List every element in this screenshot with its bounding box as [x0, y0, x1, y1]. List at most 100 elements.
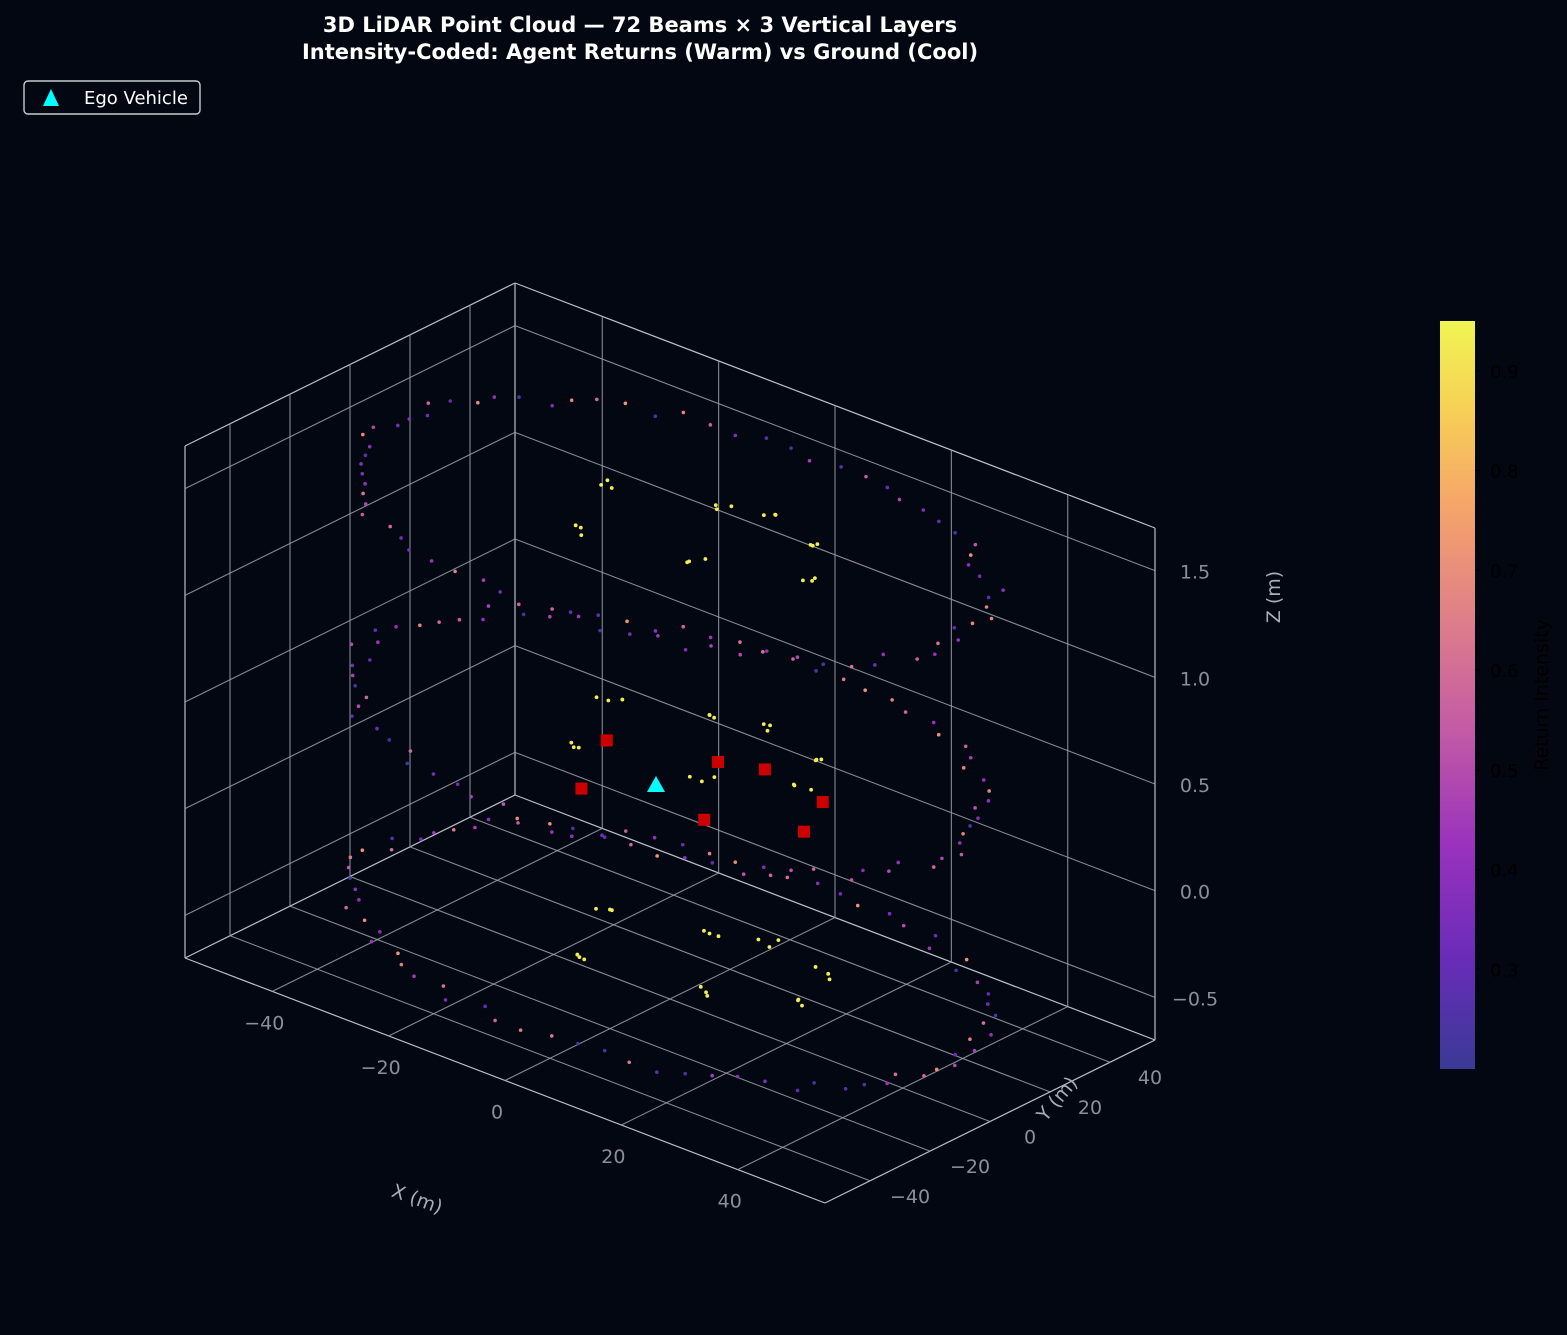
lidar-point	[363, 453, 368, 458]
lidar-point	[596, 613, 601, 617]
lidar-point	[915, 657, 919, 661]
z-tick-label: −0.5	[1172, 988, 1218, 1010]
y-tick-label: −40	[890, 1186, 930, 1208]
lidar-point	[360, 471, 365, 476]
lidar-point	[360, 848, 365, 852]
agent-return-point	[605, 478, 610, 483]
agent-return-point	[768, 723, 772, 728]
lidar-point	[681, 410, 686, 415]
lidar-point	[768, 873, 773, 878]
agent-marker	[575, 782, 588, 795]
colorbar-tick-label: 0.5	[1490, 761, 1519, 782]
agent-return-point	[813, 965, 818, 969]
lidar-point	[389, 847, 394, 852]
lidar-point	[954, 968, 958, 973]
lidar-point	[399, 962, 404, 967]
lidar-point	[576, 614, 581, 619]
lidar-point	[973, 542, 978, 547]
x-tick-label: 40	[718, 1191, 742, 1213]
lidar-point	[989, 616, 994, 621]
agent-marker	[798, 825, 810, 838]
lidar-point	[486, 817, 491, 822]
lidar-point	[623, 829, 628, 833]
lidar-point	[864, 474, 868, 479]
lidar-point	[953, 1063, 957, 1068]
agent-return-point	[606, 698, 611, 703]
lidar-point	[936, 732, 941, 737]
colorbar-tick-label: 0.6	[1490, 661, 1519, 682]
lidar-point	[709, 644, 713, 648]
lidar-point	[821, 662, 826, 667]
lidar-point	[437, 620, 441, 624]
lidar-point	[893, 1072, 898, 1077]
lidar-point	[964, 957, 969, 962]
agent-return-point	[571, 745, 576, 750]
lidar-point	[957, 841, 962, 845]
lidar-point	[350, 673, 355, 678]
lidar-point	[968, 755, 973, 760]
lidar-point	[602, 835, 607, 840]
grid-line-y-floor	[289, 905, 931, 1152]
lidar-point	[931, 865, 936, 869]
lidar-point	[368, 658, 372, 662]
legend: Ego Vehicle	[23, 80, 201, 115]
agent-return-point	[599, 482, 604, 487]
agent-return-point	[620, 697, 625, 702]
lidar-point	[360, 512, 365, 517]
lidar-point	[984, 605, 989, 609]
lidar-point	[683, 1071, 688, 1076]
agent-return-point	[712, 715, 717, 720]
agent-marker	[816, 796, 829, 809]
lidar-point	[922, 1074, 926, 1078]
agent-return-point	[756, 937, 761, 942]
lidar-point	[451, 827, 456, 832]
lidar-point	[1001, 588, 1005, 592]
lidar-point	[707, 851, 712, 856]
lidar-point	[576, 1041, 580, 1046]
lidar-point	[378, 930, 382, 934]
agent-return-point	[761, 513, 766, 518]
agent-return-point	[685, 560, 690, 565]
lidar-point	[986, 595, 991, 600]
chart-subtitle: Intensity-Coded: Agent Returns (Warm) vs…	[302, 40, 978, 64]
lidar-point	[952, 625, 957, 630]
lidar-point	[550, 830, 554, 834]
z-tick-label: 0.0	[1180, 882, 1210, 904]
lidar-point	[968, 824, 972, 828]
lidar-point	[549, 1034, 554, 1038]
lidar-point	[975, 980, 980, 985]
lidar-point	[629, 842, 633, 847]
agent-return-point	[761, 722, 766, 727]
lidar-point	[976, 816, 980, 821]
lidar-point	[388, 524, 392, 529]
lidar-point	[344, 905, 348, 910]
agent-return-point	[707, 931, 712, 936]
lidar-point	[493, 1018, 497, 1023]
lidar-point	[973, 806, 977, 810]
lidar-point	[933, 652, 937, 657]
lidar-point	[937, 519, 941, 524]
lidar-point	[569, 834, 574, 839]
colorbar: 0.3 0.4 0.5 0.6 0.7 0.8 0.9 Return Intensity	[1440, 321, 1553, 1069]
colorbar-ticks: 0.3 0.4 0.5 0.6 0.7 0.8 0.9	[1475, 362, 1519, 981]
agent-return-point	[729, 504, 734, 509]
lidar-point	[390, 836, 394, 841]
lidar-point	[412, 974, 416, 978]
lidar-point	[841, 677, 846, 682]
lidar-point	[363, 482, 367, 486]
lidar-point	[764, 436, 769, 440]
grid-line-y-floor	[229, 935, 871, 1182]
lidar-point	[373, 628, 378, 632]
lidar-point	[481, 578, 486, 582]
colorbar-tick-label: 0.9	[1490, 362, 1519, 383]
lidar-point	[959, 852, 964, 857]
lidar-point	[429, 559, 434, 563]
lidar-point	[363, 502, 368, 506]
lidar-point	[550, 403, 554, 408]
lidar-point	[627, 632, 632, 636]
agent-return-point	[609, 486, 614, 490]
lidar-point	[981, 1021, 986, 1025]
lidar-point	[795, 655, 800, 660]
chart: 3D LiDAR Point Cloud — 72 Beams × 3 Vert…	[23, 13, 1553, 1219]
lidar-point	[399, 536, 403, 540]
